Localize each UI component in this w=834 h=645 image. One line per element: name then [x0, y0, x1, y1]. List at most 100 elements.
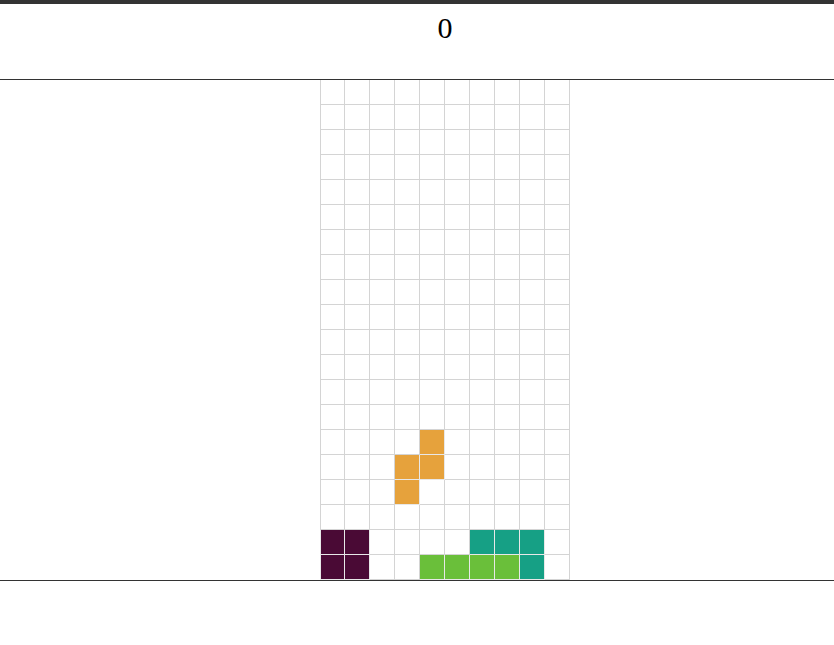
board-cell — [395, 255, 420, 280]
board-cell — [395, 405, 420, 430]
board-cell — [545, 180, 570, 205]
board-cell — [370, 305, 395, 330]
board-cell — [445, 330, 470, 355]
board-cell — [420, 405, 445, 430]
board-cell — [345, 105, 370, 130]
board-cell — [420, 180, 445, 205]
board-cell — [420, 280, 445, 305]
falling-block — [420, 430, 445, 455]
board-cell — [495, 105, 520, 130]
board-cell — [545, 205, 570, 230]
board-cell — [320, 155, 345, 180]
board-cell — [470, 355, 495, 380]
board-cell — [520, 230, 545, 255]
board-cell — [445, 280, 470, 305]
board-cell — [420, 155, 445, 180]
board-cell — [545, 155, 570, 180]
board-cell — [445, 530, 470, 555]
board-cell — [345, 180, 370, 205]
board-cell — [370, 355, 395, 380]
board-cell — [445, 305, 470, 330]
board-cell — [420, 530, 445, 555]
board-cell — [370, 280, 395, 305]
board-cell — [320, 80, 345, 105]
settled-block — [420, 555, 445, 580]
board-cell — [520, 430, 545, 455]
board-cell — [395, 155, 420, 180]
board-cell — [445, 405, 470, 430]
game-board[interactable] — [320, 80, 570, 580]
board-cell — [345, 380, 370, 405]
board-cell — [395, 80, 420, 105]
board-cell — [545, 355, 570, 380]
board-cell — [470, 505, 495, 530]
board-cell — [370, 130, 395, 155]
board-cell — [320, 380, 345, 405]
board-cell — [445, 505, 470, 530]
board-cell — [420, 330, 445, 355]
board-cell — [445, 455, 470, 480]
board-cell — [345, 405, 370, 430]
board-cell — [545, 530, 570, 555]
board-cell — [345, 205, 370, 230]
board-cell — [470, 330, 495, 355]
board-cell — [495, 130, 520, 155]
board-cell — [520, 380, 545, 405]
board-cell — [395, 380, 420, 405]
board-cell — [420, 505, 445, 530]
settled-block — [470, 555, 495, 580]
board-cell — [545, 305, 570, 330]
settled-block — [495, 555, 520, 580]
board-cell — [320, 105, 345, 130]
board-cell — [370, 155, 395, 180]
board-cell — [420, 80, 445, 105]
board-cell — [370, 330, 395, 355]
score: 0 — [438, 11, 453, 44]
board-cell — [495, 355, 520, 380]
board-cell — [520, 280, 545, 305]
board-cell — [395, 555, 420, 580]
board-cell — [495, 80, 520, 105]
board-cell — [320, 480, 345, 505]
board-cell — [320, 330, 345, 355]
board-cell — [320, 280, 345, 305]
board-cell — [470, 230, 495, 255]
board-cell — [445, 130, 470, 155]
board-cell — [495, 505, 520, 530]
board-cell — [470, 155, 495, 180]
board-cell — [345, 505, 370, 530]
falling-block — [420, 455, 445, 480]
board-cell — [420, 130, 445, 155]
board-cell — [470, 205, 495, 230]
board-cell — [470, 480, 495, 505]
board-cell — [445, 430, 470, 455]
board-cell — [545, 480, 570, 505]
board-cell — [520, 105, 545, 130]
board-cell — [370, 105, 395, 130]
board-cell — [370, 530, 395, 555]
board-cell — [395, 205, 420, 230]
board-cell — [445, 180, 470, 205]
settled-block — [520, 555, 545, 580]
board-cell — [445, 80, 470, 105]
board-cell — [470, 430, 495, 455]
board-cell — [520, 330, 545, 355]
board-cell — [495, 280, 520, 305]
board-cell — [520, 505, 545, 530]
board-cell — [545, 230, 570, 255]
board-cell — [395, 280, 420, 305]
board-cell — [545, 280, 570, 305]
board-cell — [395, 355, 420, 380]
board-cell — [420, 105, 445, 130]
board-cell — [545, 405, 570, 430]
board-cell — [320, 455, 345, 480]
board-cell — [345, 230, 370, 255]
board-cell — [545, 555, 570, 580]
settled-block — [520, 530, 545, 555]
board-cell — [445, 355, 470, 380]
board-cell — [495, 230, 520, 255]
board-cell — [420, 480, 445, 505]
board-cell — [545, 105, 570, 130]
board-cell — [320, 355, 345, 380]
board-cell — [520, 255, 545, 280]
